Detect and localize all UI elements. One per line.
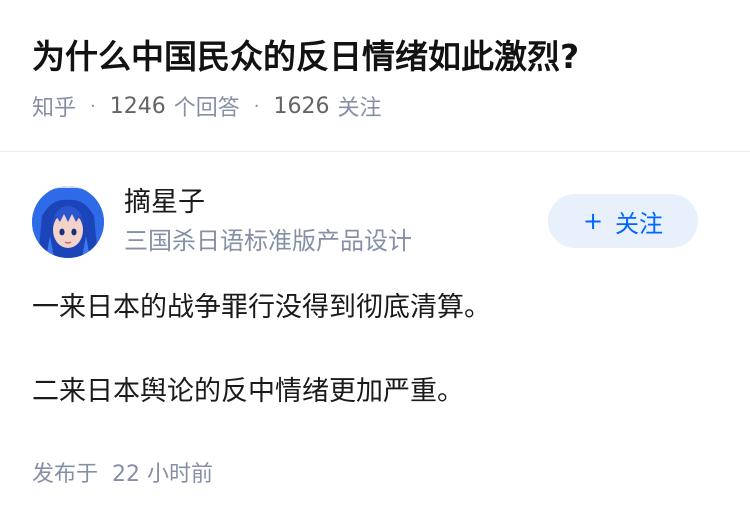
published-prefix: 发布于 <box>32 462 99 487</box>
anime-character-icon <box>32 186 104 258</box>
separator-dot: · <box>90 95 96 117</box>
divider <box>0 151 750 152</box>
zhihu-answer-page: 为什么中国民众的反日情绪如此激烈? 知乎 · 1246 个回答 · 1626 关… <box>0 0 750 522</box>
question-meta: 知乎 · 1246 个回答 · 1626 关注 <box>32 90 730 122</box>
answer-paragraph: 一来日本的战争罪行没得到彻底清算。 <box>32 292 491 323</box>
answer-time: 发布于 22 小时前 <box>32 456 213 488</box>
follow-button[interactable]: + 关注 <box>548 194 698 248</box>
separator-dot: · <box>253 95 260 117</box>
author-name[interactable]: 摘星子 <box>124 186 205 220</box>
author-bio: 三国杀日语标准版产品设计 <box>124 227 412 255</box>
question-header: 为什么中国民众的反日情绪如此激烈? 知乎 · 1246 个回答 · 1626 关… <box>32 28 730 122</box>
follow-count-label: 关注 <box>337 96 382 121</box>
answer-content: 一来日本的战争罪行没得到彻底清算。 二来日本舆论的反中情绪更加严重。 <box>32 286 710 414</box>
answer-paragraph: 二来日本舆论的反中情绪更加严重。 <box>32 376 464 407</box>
answer-count: 1246 <box>109 93 166 119</box>
source-label[interactable]: 知乎 <box>32 90 76 122</box>
published-time: 22 小时前 <box>112 462 214 487</box>
answer-count-label[interactable]: 个回答 <box>174 90 240 122</box>
follow-count: 1626 <box>273 93 330 119</box>
answer-author: 摘星子 三国杀日语标准版产品设计 + 关注 <box>32 184 698 260</box>
follow-button-label: 关注 <box>615 209 664 238</box>
question-title[interactable]: 为什么中国民众的反日情绪如此激烈? <box>32 28 730 86</box>
avatar[interactable] <box>32 186 104 258</box>
plus-icon: + <box>582 207 604 235</box>
